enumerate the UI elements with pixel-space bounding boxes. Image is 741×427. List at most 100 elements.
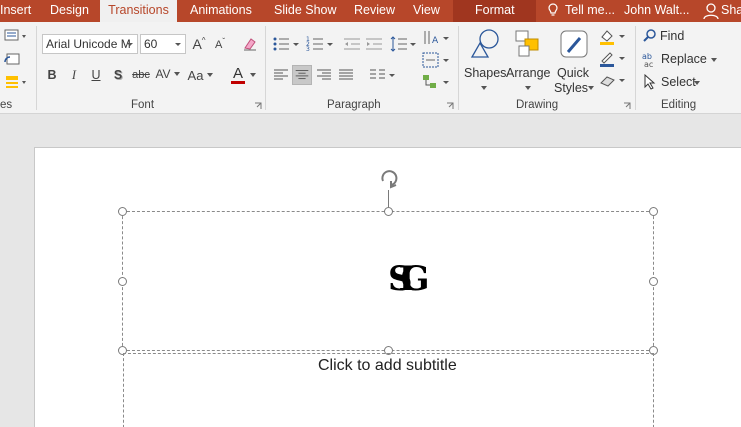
grow-font-glyph: A (192, 36, 202, 52)
shrink-font-glyph: A (214, 39, 223, 51)
columns-icon[interactable] (366, 65, 396, 85)
increase-indent-icon[interactable] (364, 34, 384, 54)
decrease-indent-icon[interactable] (342, 34, 362, 54)
font-name-value: Arial Unicode M (46, 37, 131, 51)
character-spacing-glyph: AV (155, 67, 171, 81)
shapes-icon (470, 29, 499, 58)
title-text[interactable]: SIG (388, 259, 429, 299)
select-button[interactable]: Select (661, 75, 696, 89)
rotate-handle-icon[interactable] (377, 167, 401, 189)
align-text-icon[interactable] (420, 50, 450, 70)
numbering-icon[interactable]: 1 2 3 (305, 34, 335, 54)
smartart-icon[interactable] (420, 72, 450, 92)
user-name[interactable]: John Walt... (624, 0, 690, 22)
resize-handle-right[interactable] (649, 277, 658, 286)
change-case-button[interactable]: Aa (186, 64, 216, 86)
font-color-button[interactable]: A (228, 64, 260, 86)
ribbon-tab-bar: Insert Design Transitions Animations Sli… (0, 0, 741, 22)
styles-label: Styles (554, 81, 589, 95)
rotation-handle-stem (388, 190, 389, 207)
chevron-down-icon (525, 86, 531, 90)
group-separator (265, 26, 266, 110)
replace-button[interactable]: Replace (661, 52, 707, 66)
lightbulb-icon (548, 3, 558, 16)
arrange-button[interactable]: Arrange (506, 26, 550, 96)
text-direction-icon[interactable]: A (420, 28, 450, 48)
shape-outline-icon[interactable] (597, 49, 627, 69)
chevron-down-icon (173, 72, 180, 76)
resize-handle-left[interactable] (118, 277, 127, 286)
resize-handle-top[interactable] (384, 207, 393, 216)
quick-styles-button[interactable]: Quick Styles (552, 26, 596, 96)
tab-slide-show[interactable]: Slide Show (274, 0, 337, 22)
chevron-down-icon (481, 86, 487, 90)
tab-animations[interactable]: Animations (190, 0, 252, 22)
line-spacing-icon[interactable] (389, 34, 417, 54)
chevron-down-icon (694, 81, 700, 85)
italic-button[interactable]: I (64, 65, 84, 85)
shapes-button[interactable]: Shapes (462, 26, 506, 96)
chevron-down-icon (175, 43, 181, 46)
ribbon: es Arial Unicode M 60 A ^ Aˇ B I U S abc … (0, 22, 741, 114)
shrink-font-button[interactable]: Aˇ (210, 35, 230, 55)
bold-button[interactable]: B (42, 65, 62, 85)
tab-insert[interactable]: Insert (0, 0, 31, 22)
subtitle-placeholder-text[interactable]: Click to add subtitle (318, 357, 457, 375)
chevron-down-icon (207, 73, 214, 77)
align-center-icon[interactable] (292, 65, 312, 85)
bullets-icon[interactable] (271, 34, 301, 54)
svg-text:ac: ac (644, 60, 653, 69)
align-left-icon[interactable] (271, 65, 291, 85)
chevron-down-icon (127, 43, 133, 46)
select-cursor-icon (644, 74, 656, 90)
arrange-label: Arrange (506, 66, 551, 80)
svg-text:3: 3 (306, 46, 310, 53)
find-button[interactable]: Find (660, 29, 684, 43)
tab-view[interactable]: View (413, 0, 440, 22)
replace-icon: ab ac (642, 52, 653, 69)
strikethrough-button[interactable]: abc (130, 65, 152, 85)
group-separator (635, 26, 636, 110)
quick-label: Quick (557, 66, 589, 80)
align-right-icon[interactable] (314, 65, 334, 85)
quick-styles-icon (560, 30, 588, 58)
tell-me-search[interactable]: Tell me... (565, 0, 615, 22)
slides-group-label: es (0, 99, 13, 111)
tab-transitions[interactable]: Transitions (100, 0, 177, 22)
layout-icon[interactable] (2, 26, 30, 46)
chevron-down-icon (711, 58, 717, 62)
dialog-launcher-icon[interactable] (446, 102, 454, 110)
reset-icon[interactable] (2, 50, 22, 70)
character-spacing-button[interactable]: AV (153, 63, 183, 85)
share-button[interactable]: Sha (721, 0, 741, 22)
resize-handle-top-left[interactable] (118, 207, 127, 216)
find-icon (643, 29, 656, 42)
resize-handle-top-right[interactable] (649, 207, 658, 216)
justify-icon[interactable] (336, 65, 356, 85)
chevron-down-icon (588, 86, 594, 90)
shapes-label: Shapes (464, 66, 507, 80)
shape-fill-icon[interactable] (597, 27, 627, 47)
group-separator (458, 26, 459, 110)
font-size-combo[interactable]: 60 (140, 34, 186, 54)
editing-group-label: Editing (661, 99, 697, 111)
font-size-value: 60 (144, 37, 158, 51)
svg-text:A: A (432, 36, 439, 46)
font-name-combo[interactable]: Arial Unicode M (42, 34, 138, 54)
share-person-icon (703, 3, 719, 20)
underline-button[interactable]: U (86, 65, 106, 85)
drawing-group-label: Drawing (516, 99, 559, 111)
grow-font-button[interactable]: A ^ (189, 34, 209, 54)
powerpoint-window: Insert Design Transitions Animations Sli… (0, 0, 741, 427)
clear-formatting-icon[interactable] (240, 34, 260, 54)
paragraph-group-label: Paragraph (327, 99, 381, 111)
dialog-launcher-icon[interactable] (623, 102, 631, 110)
section-icon[interactable] (2, 72, 30, 92)
shadow-button[interactable]: S (108, 65, 128, 85)
tab-format[interactable]: Format (475, 0, 515, 22)
dialog-launcher-icon[interactable] (254, 102, 262, 110)
tab-review[interactable]: Review (354, 0, 395, 22)
chevron-down-icon (250, 73, 256, 77)
tab-design[interactable]: Design (50, 0, 89, 22)
shape-effects-icon[interactable] (597, 71, 627, 91)
